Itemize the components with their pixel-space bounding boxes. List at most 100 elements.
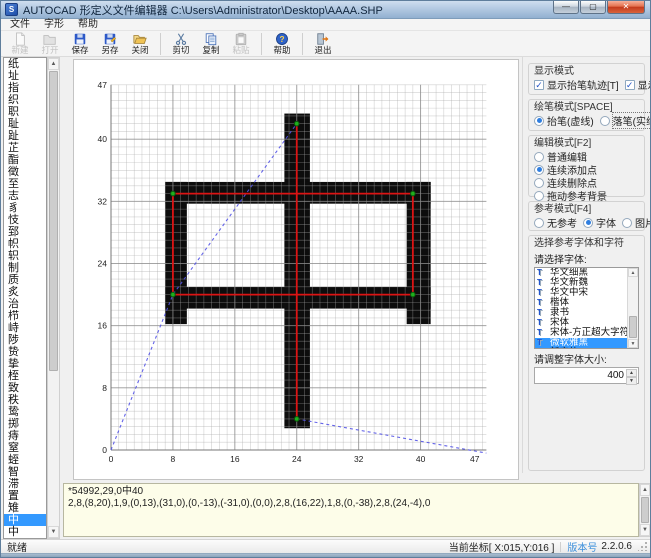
char-list-item[interactable]: 陟 <box>4 334 46 346</box>
toolbar-button-cut[interactable]: 剪切 <box>166 32 196 57</box>
toolbar-button-label: 粘贴 <box>232 46 249 55</box>
minimize-button[interactable]: — <box>553 1 579 14</box>
glyph-canvas[interactable]: 081624324047081624324047 <box>74 60 518 479</box>
char-list-item[interactable]: 忮 <box>4 214 46 226</box>
scrollbar-thumb[interactable] <box>641 497 649 523</box>
toolbar-button-copy[interactable]: 复制 <box>196 32 226 57</box>
toolbar-button-label: 复制 <box>202 46 219 55</box>
char-list-item[interactable]: 轵 <box>4 250 46 262</box>
scroll-up-icon[interactable]: ▲ <box>48 58 59 70</box>
char-list-item[interactable]: 至 <box>4 178 46 190</box>
svg-text:32: 32 <box>98 196 108 206</box>
char-list-item[interactable]: 趾 <box>4 130 46 142</box>
svg-text:47: 47 <box>98 80 108 90</box>
radio-icon <box>534 178 544 188</box>
toolbar-button-help[interactable]: ?帮助 <box>267 32 297 57</box>
radio-option[interactable]: 抬笔(虚线) <box>534 114 594 127</box>
char-list-item[interactable]: 致 <box>4 382 46 394</box>
character-list-scrollbar[interactable]: ▲ ▼ <box>47 57 60 539</box>
truetype-icon: T <box>537 268 547 278</box>
toolbar-button-label: 剪切 <box>172 46 189 55</box>
menu-item[interactable]: 文件 <box>3 19 37 31</box>
scrollbar-thumb[interactable] <box>49 71 58 371</box>
radio-option[interactable]: 字体 <box>583 216 616 229</box>
char-list-item[interactable]: 纸 <box>4 58 46 70</box>
char-list-item[interactable]: 滞 <box>4 478 46 490</box>
char-list-item[interactable]: 鸷 <box>4 406 46 418</box>
char-list-item[interactable]: 豸 <box>4 202 46 214</box>
char-list-item[interactable]: 酯 <box>4 154 46 166</box>
char-list-item[interactable]: 贽 <box>4 346 46 358</box>
char-list-item[interactable]: 炙 <box>4 286 46 298</box>
checkbox-option[interactable]: ✓显示抬笔轨迹[T] <box>534 78 619 91</box>
scroll-down-icon[interactable]: ▼ <box>628 339 638 348</box>
svg-text:8: 8 <box>171 454 176 464</box>
char-list-item[interactable]: 织 <box>4 94 46 106</box>
spin-down-icon[interactable]: ▼ <box>626 377 637 385</box>
svg-text:24: 24 <box>292 454 302 464</box>
status-ready: 就绪 <box>5 539 27 554</box>
char-list-item[interactable]: 质 <box>4 274 46 286</box>
spin-up-icon[interactable]: ▲ <box>626 369 637 377</box>
version-value: 2.2.0.6 <box>601 541 632 552</box>
checkbox-option[interactable]: ✓显示点[X] <box>625 78 651 91</box>
menu-item[interactable]: 字形 <box>37 19 71 31</box>
radio-option[interactable]: 无参考 <box>534 216 577 229</box>
toolbar-button-open-folder: 打开 <box>35 32 65 57</box>
char-list-item[interactable]: 中 <box>4 526 46 538</box>
char-list-item[interactable]: 芷 <box>4 142 46 154</box>
char-list-item[interactable]: 帜 <box>4 238 46 250</box>
char-list-item[interactable]: 秩 <box>4 394 46 406</box>
shape-code-editor[interactable]: *54992,29,0中40 2,8,(8,20),1,9,(0,13),(31… <box>63 483 639 537</box>
char-list-item[interactable]: 峙 <box>4 322 46 334</box>
checkbox-icon: ✓ <box>534 80 544 90</box>
scroll-down-icon[interactable]: ▼ <box>48 526 59 538</box>
radio-option[interactable]: 图片 <box>622 216 651 229</box>
truetype-icon: T <box>537 308 547 318</box>
close-button[interactable]: ✕ <box>607 1 645 14</box>
char-list-item[interactable]: 栉 <box>4 310 46 322</box>
char-list-item[interactable]: 耻 <box>4 118 46 130</box>
font-size-spinner[interactable]: 400 ▲ ▼ <box>534 367 639 384</box>
radio-option[interactable]: 落笔(实线) <box>600 114 651 127</box>
font-list-item[interactable]: T新宋体 <box>535 348 638 349</box>
radio-icon <box>534 165 544 175</box>
char-list-item[interactable]: 制 <box>4 262 46 274</box>
char-list-item[interactable]: 痔 <box>4 430 46 442</box>
character-list[interactable]: 纸址指织职耻趾芷酯徵至志豸忮郅帜轵制质炙治栉峙陟贽挚桎致秩鸷掷痔窒蛭智滞置雉中中 <box>3 57 47 539</box>
char-list-item[interactable]: 智 <box>4 466 46 478</box>
char-list-item[interactable]: 治 <box>4 298 46 310</box>
char-list-item[interactable]: 徵 <box>4 166 46 178</box>
pen-mode-group: 绘笔模式[SPACE] 抬笔(虚线)落笔(实线) <box>528 99 645 131</box>
toolbar-button-save[interactable]: 保存 <box>65 32 95 57</box>
radio-icon <box>534 218 544 228</box>
char-list-item[interactable]: 郅 <box>4 226 46 238</box>
char-list-item[interactable]: 桎 <box>4 370 46 382</box>
char-list-item[interactable]: 挚 <box>4 358 46 370</box>
font-list[interactable]: T华文细黑T华文新魏T华文中宋T楷体T隶书T宋体T宋体-方正超大字符集T微软雅黑… <box>534 267 639 349</box>
scroll-up-icon[interactable]: ▲ <box>640 484 650 496</box>
glyph-canvas-panel: 081624324047081624324047 <box>73 59 519 480</box>
char-list-item[interactable]: 窒 <box>4 442 46 454</box>
char-list-item[interactable]: 置 <box>4 490 46 502</box>
font-list-scrollbar[interactable]: ▲▼ <box>627 268 638 348</box>
char-list-item[interactable]: 指 <box>4 82 46 94</box>
code-scrollbar[interactable]: ▲ ▼ <box>639 483 651 537</box>
toolbar-button-save-as[interactable]: 另存 <box>95 32 125 57</box>
char-list-item[interactable]: 职 <box>4 106 46 118</box>
scrollbar-thumb[interactable] <box>629 316 637 338</box>
char-list-item[interactable]: 掷 <box>4 418 46 430</box>
menu-item[interactable]: 帮助 <box>71 19 105 31</box>
toolbar-button-exit[interactable]: 退出 <box>308 32 338 57</box>
char-list-item[interactable]: 志 <box>4 190 46 202</box>
char-list-item[interactable]: 蛭 <box>4 454 46 466</box>
scroll-up-icon[interactable]: ▲ <box>628 268 638 277</box>
scroll-down-icon[interactable]: ▼ <box>640 524 650 536</box>
char-list-item[interactable]: 雉 <box>4 502 46 514</box>
resize-grip[interactable] <box>638 541 648 551</box>
maximize-button[interactable]: ▢ <box>580 1 606 14</box>
char-list-item[interactable]: 中 <box>4 514 46 526</box>
toolbar-button-close-file[interactable]: 关闭 <box>125 32 155 57</box>
window-controls: — ▢ ✕ <box>552 1 645 14</box>
char-list-item[interactable]: 址 <box>4 70 46 82</box>
